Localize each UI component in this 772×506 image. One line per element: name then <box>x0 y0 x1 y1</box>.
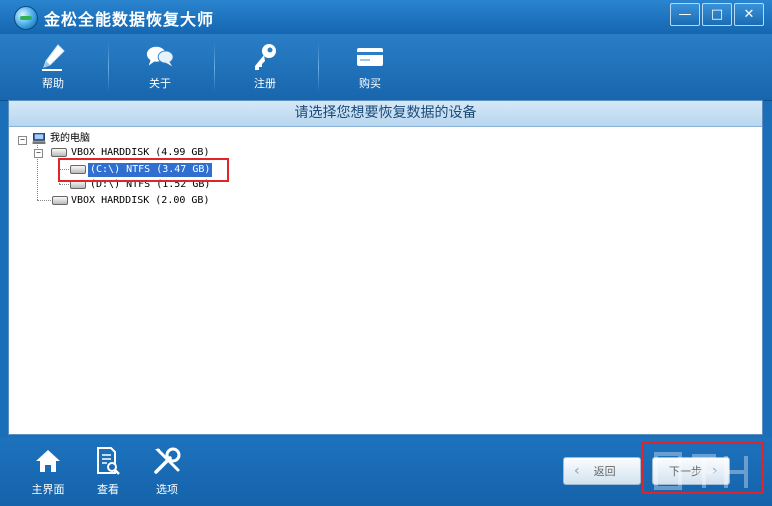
chevron-left-icon: ‹ <box>574 463 580 479</box>
computer-icon <box>32 133 46 144</box>
tree-item-disk2[interactable]: VBOX HARDDISK (2.00 GB) <box>71 194 209 208</box>
tree-expander-root[interactable]: − <box>18 136 27 145</box>
back-button-label: 返回 <box>593 465 616 478</box>
tree-line <box>59 184 69 185</box>
toolbar-register-label: 注册 <box>254 77 276 90</box>
app-logo-icon <box>14 6 38 30</box>
title-bar[interactable]: 金松全能数据恢复大师 — □ ✕ <box>0 0 772 34</box>
options-button[interactable]: 选项 <box>139 445 195 497</box>
toolbar-about-button[interactable]: 关于 <box>119 34 201 100</box>
toolbar-divider <box>108 42 109 92</box>
annotation-next-highlight-box <box>642 442 764 494</box>
app-window: 金松全能数据恢复大师 — □ ✕ 帮助 关于 注册 购买 请选择您想要恢复数据的… <box>0 0 772 506</box>
chat-bubbles-icon <box>145 43 175 71</box>
key-icon <box>250 43 280 71</box>
tree-item-my-computer[interactable]: 我的电脑 <box>50 132 90 146</box>
toolbar-buy-button[interactable]: 购买 <box>329 34 411 100</box>
tree-expander-disk1[interactable]: − <box>34 149 43 158</box>
view-label: 查看 <box>97 483 119 496</box>
pen-icon <box>38 43 68 71</box>
device-prompt-banner: 请选择您想要恢复数据的设备 <box>9 101 762 127</box>
harddisk-icon <box>52 196 68 205</box>
toolbar-register-button[interactable]: 注册 <box>224 34 306 100</box>
harddisk-icon <box>51 148 67 157</box>
view-button[interactable]: 查看 <box>80 445 136 497</box>
tree-line <box>37 200 51 201</box>
home-button[interactable]: 主界面 <box>20 445 76 497</box>
device-panel: 请选择您想要恢复数据的设备 − 我的电脑 − VBOX HARDDISK (4.… <box>8 100 763 435</box>
toolbar-about-label: 关于 <box>149 77 171 90</box>
toolbar-divider <box>214 42 215 92</box>
top-toolbar: 帮助 关于 注册 购买 <box>0 34 772 101</box>
annotation-highlight-box <box>58 158 229 182</box>
toolbar-help-button[interactable]: 帮助 <box>12 34 94 100</box>
close-button[interactable]: ✕ <box>734 3 764 26</box>
tools-icon <box>152 445 182 477</box>
toolbar-buy-label: 购买 <box>359 77 381 90</box>
window-controls: — □ ✕ <box>668 3 764 26</box>
minimize-button[interactable]: — <box>670 3 700 26</box>
toolbar-divider <box>318 42 319 92</box>
toolbar-help-label: 帮助 <box>42 77 64 90</box>
card-icon <box>355 43 385 71</box>
home-icon <box>33 445 63 477</box>
options-label: 选项 <box>156 483 178 496</box>
back-button[interactable]: ‹ 返回 <box>563 457 641 485</box>
home-label: 主界面 <box>31 483 65 496</box>
document-search-icon <box>93 445 123 477</box>
maximize-button[interactable]: □ <box>702 3 732 26</box>
window-title: 金松全能数据恢复大师 <box>44 10 215 29</box>
